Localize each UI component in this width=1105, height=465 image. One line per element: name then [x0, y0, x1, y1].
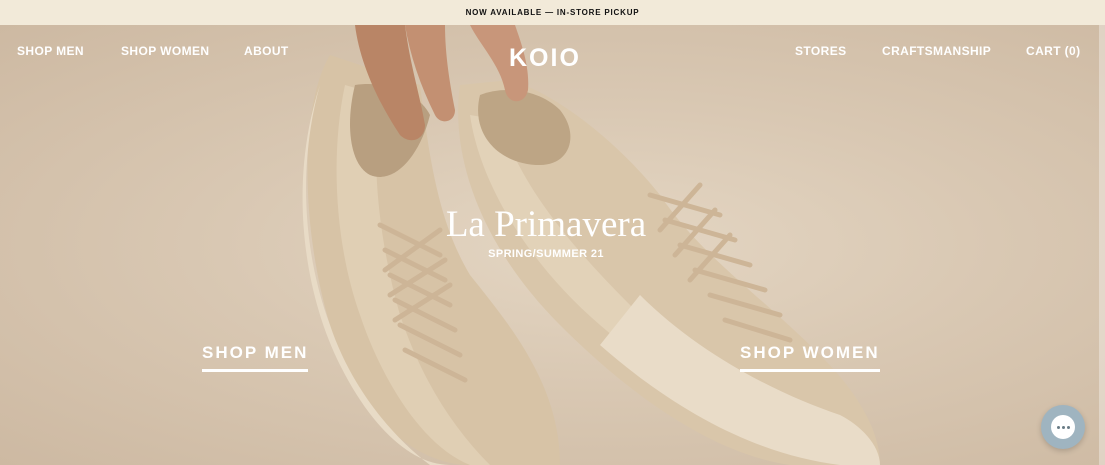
nav-cart[interactable]: CART (0) — [1026, 44, 1081, 58]
nav-craftsmanship[interactable]: CRAFTSMANSHIP — [882, 44, 991, 58]
announcement-bar: NOW AVAILABLE — IN-STORE PICKUP — [0, 0, 1105, 25]
shop-men-button[interactable]: SHOP MEN — [202, 343, 309, 372]
nav-about[interactable]: ABOUT — [244, 44, 289, 58]
hero-title: La Primavera — [445, 203, 647, 245]
chat-button[interactable] — [1041, 405, 1085, 449]
shop-women-button[interactable]: SHOP WOMEN — [740, 343, 880, 372]
announcement-text: NOW AVAILABLE — IN-STORE PICKUP — [465, 8, 640, 17]
hero-subtitle: SPRING/SUMMER 21 — [488, 248, 604, 260]
nav-shop-men[interactable]: SHOP MEN — [17, 44, 84, 58]
nav-shop-women[interactable]: SHOP WOMEN — [121, 44, 209, 58]
koio-logo[interactable]: KOIO — [509, 44, 581, 73]
main-nav: SHOP MEN SHOP WOMEN ABOUT KOIO STORES CR… — [0, 25, 1105, 75]
scrollbar[interactable] — [1099, 25, 1105, 465]
nav-stores[interactable]: STORES — [795, 44, 847, 58]
chat-bubble-icon — [1051, 415, 1075, 439]
